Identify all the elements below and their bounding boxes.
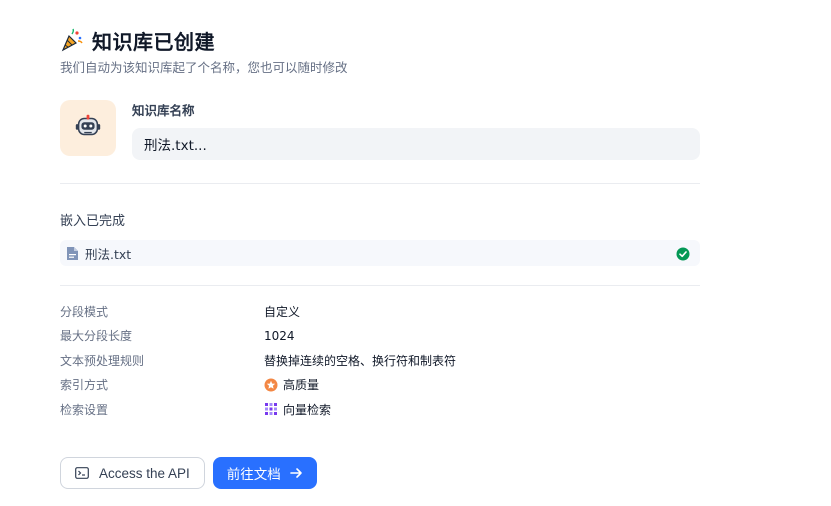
terminal-icon — [75, 467, 89, 479]
go-to-documents-button[interactable]: 前往文档 — [212, 457, 317, 489]
access-api-label: Access the API — [99, 465, 190, 481]
info-value: 高质量 — [283, 378, 320, 393]
settings-summary: 分段模式 自定义 最大分段长度 1024 文本预处理规则 替换掉连续的空格、换行… — [60, 299, 456, 422]
info-label: 检索设置 — [60, 402, 109, 417]
info-label: 最大分段长度 — [60, 329, 133, 344]
page-header: 知识库已创建 我们自动为该知识库起了个名称，您也可以随时修改 — [60, 26, 348, 76]
document-icon — [66, 246, 79, 261]
knowledge-name-block: 知识库名称 — [60, 100, 700, 160]
divider — [60, 285, 700, 286]
info-value: 1024 — [264, 328, 295, 343]
info-label: 分段模式 — [60, 304, 109, 319]
knowledge-name-input[interactable] — [132, 128, 700, 160]
page-subtitle: 我们自动为该知识库起了个名称，您也可以随时修改 — [60, 60, 348, 75]
star-badge-icon — [264, 378, 278, 392]
info-label: 索引方式 — [60, 378, 109, 393]
avatar[interactable] — [60, 100, 116, 156]
robot-icon — [73, 111, 103, 145]
page-title: 知识库已创建 — [92, 29, 215, 54]
info-row-index-mode: 索引方式 高质量 — [60, 373, 456, 398]
info-row-max-length: 最大分段长度 1024 — [60, 324, 456, 349]
party-popper-icon — [60, 28, 84, 52]
divider — [60, 183, 700, 184]
action-bar: Access the API 前往文档 — [60, 457, 317, 489]
check-circle-icon — [676, 246, 690, 261]
info-value: 向量检索 — [283, 402, 332, 417]
access-api-button[interactable]: Access the API — [60, 457, 205, 489]
info-row-segment-mode: 分段模式 自定义 — [60, 299, 456, 324]
info-row-retrieval: 检索设置 向量检索 — [60, 397, 456, 422]
embedded-file-row: 刑法.txt — [60, 240, 700, 266]
info-value-with-icon: 向量检索 — [264, 401, 331, 418]
info-value: 替换掉连续的空格、换行符和制表符 — [264, 353, 457, 368]
knowledge-name-label: 知识库名称 — [132, 103, 195, 118]
info-row-preprocess-rules: 文本预处理规则 替换掉连续的空格、换行符和制表符 — [60, 348, 456, 373]
go-to-documents-label: 前往文档 — [226, 467, 281, 483]
info-value: 自定义 — [264, 304, 301, 319]
embedded-file-name: 刑法.txt — [85, 246, 132, 262]
vector-grid-icon — [264, 402, 278, 416]
arrow-right-icon — [289, 466, 303, 480]
info-label: 文本预处理规则 — [60, 353, 145, 368]
info-value-with-icon: 高质量 — [264, 376, 319, 393]
embedding-status-title: 嵌入已完成 — [60, 214, 126, 229]
